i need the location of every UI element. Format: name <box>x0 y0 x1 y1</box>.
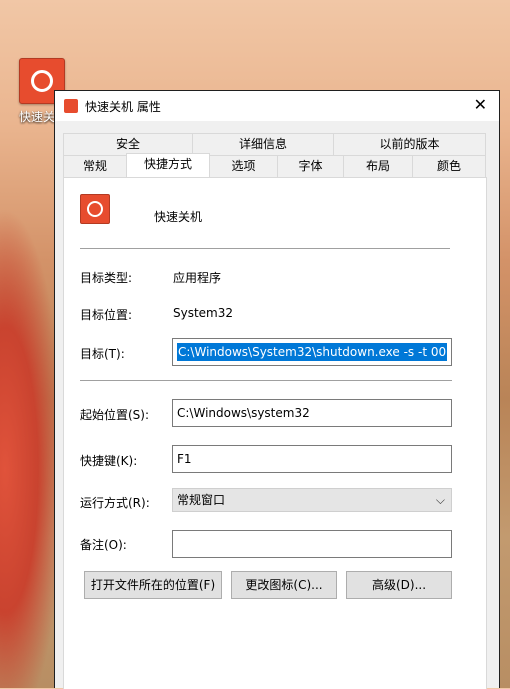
divider <box>80 380 452 381</box>
shortcut-panel: 快速关机 目标类型: 应用程序 目标位置: System32 目标(T): C:… <box>63 177 487 689</box>
properties-dialog: 快速关机 属性 ✕ 安全 详细信息 以前的版本 常规 快捷方式 选项 字体 布局… <box>54 90 500 689</box>
target-field[interactable]: C:\Windows\System32\shutdown.exe -s -t 0… <box>172 338 452 366</box>
shortcut-name: 快速关机 <box>154 210 203 224</box>
start-in-field[interactable]: C:\Windows\system32 <box>172 399 452 427</box>
tab-details[interactable]: 详细信息 <box>192 133 334 155</box>
comment-field[interactable] <box>172 530 452 558</box>
start-in-label: 起始位置(S): <box>80 408 150 422</box>
target-value: C:\Windows\System32\shutdown.exe -s -t 0… <box>177 343 448 361</box>
close-icon[interactable]: ✕ <box>474 96 487 114</box>
tab-colors[interactable]: 颜色 <box>412 155 486 177</box>
tab-font[interactable]: 字体 <box>277 155 344 177</box>
tab-options[interactable]: 选项 <box>209 155 278 177</box>
target-type-label: 目标类型: <box>80 271 133 285</box>
hotkey-label: 快捷键(K): <box>80 454 138 468</box>
divider <box>80 248 450 249</box>
target-location-label: 目标位置: <box>80 308 133 322</box>
tab-layout[interactable]: 布局 <box>343 155 413 177</box>
run-select[interactable]: 常规窗口 ⌵ <box>172 488 452 512</box>
open-file-location-button[interactable]: 打开文件所在的位置(F) <box>84 571 222 599</box>
target-label: 目标(T): <box>80 347 125 361</box>
run-select-value: 常规窗口 <box>177 493 226 507</box>
target-location-value: System32 <box>173 306 234 320</box>
change-icon-button[interactable]: 更改图标(C)... <box>231 571 337 599</box>
tab-shortcut[interactable]: 快捷方式 <box>126 153 210 177</box>
window-title: 快速关机 属性 <box>85 100 161 114</box>
tab-row-bottom: 常规 快捷方式 选项 字体 布局 颜色 <box>63 153 486 177</box>
hotkey-field[interactable]: F1 <box>172 445 452 473</box>
tab-previous-versions[interactable]: 以前的版本 <box>333 133 486 155</box>
tab-general[interactable]: 常规 <box>63 155 127 177</box>
run-label: 运行方式(R): <box>80 496 150 510</box>
chevron-down-icon: ⌵ <box>435 493 445 507</box>
target-type-value: 应用程序 <box>173 271 222 285</box>
comment-label: 备注(O): <box>80 538 127 552</box>
tab-security[interactable]: 安全 <box>63 133 193 155</box>
power-app-icon <box>64 99 78 113</box>
power-app-icon <box>80 194 110 224</box>
tab-row-top: 安全 详细信息 以前的版本 <box>63 133 486 155</box>
title-bar: 快速关机 属性 ✕ <box>55 91 499 121</box>
advanced-button[interactable]: 高级(D)... <box>346 571 452 599</box>
